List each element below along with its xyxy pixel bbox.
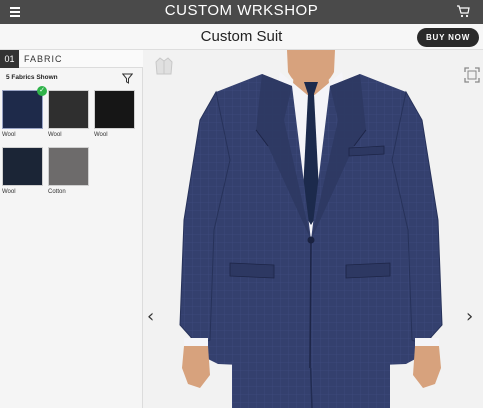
previous-arrow[interactable]: ‹ bbox=[147, 306, 154, 327]
fabric-swatch[interactable] bbox=[48, 90, 89, 129]
buy-now-button[interactable]: BUY NOW bbox=[417, 28, 479, 47]
fabric-swatch-label: Wool bbox=[2, 189, 16, 195]
page-title: Custom Suit bbox=[200, 28, 283, 45]
step-number: 01 bbox=[0, 50, 19, 68]
fabric-swatch[interactable] bbox=[2, 147, 43, 186]
suit-model bbox=[179, 50, 443, 408]
fabric-count: 5 Fabrics Shown bbox=[6, 74, 58, 81]
next-arrow[interactable]: › bbox=[466, 306, 473, 327]
fabric-swatch-label: Wool bbox=[94, 132, 108, 138]
fabric-swatch-label: Wool bbox=[2, 132, 16, 138]
fabric-swatch-label: Wool bbox=[48, 132, 62, 138]
step-label: FABRIC bbox=[24, 54, 63, 64]
fabric-swatch[interactable] bbox=[2, 90, 43, 129]
fabric-swatch-label: Cotton bbox=[48, 189, 66, 195]
options-panel: 01 FABRIC 5 Fabrics Shown Wool Wool Wool Wo… bbox=[0, 50, 143, 408]
filter-icon[interactable] bbox=[122, 73, 133, 84]
brand-title: CUSTOM WRKSHOP bbox=[164, 2, 319, 19]
sub-header: Custom Suit BUY NOW bbox=[0, 24, 483, 50]
cart-icon[interactable] bbox=[456, 5, 470, 18]
fabric-swatch[interactable] bbox=[94, 90, 135, 129]
top-bar: CUSTOM WRKSHOP bbox=[0, 0, 483, 24]
tab-fabric[interactable]: 01 FABRIC bbox=[0, 50, 143, 68]
selected-check-icon: ✓ bbox=[37, 86, 47, 96]
fabric-swatch[interactable] bbox=[48, 147, 89, 186]
suit-preview: ‹ › bbox=[144, 50, 483, 408]
